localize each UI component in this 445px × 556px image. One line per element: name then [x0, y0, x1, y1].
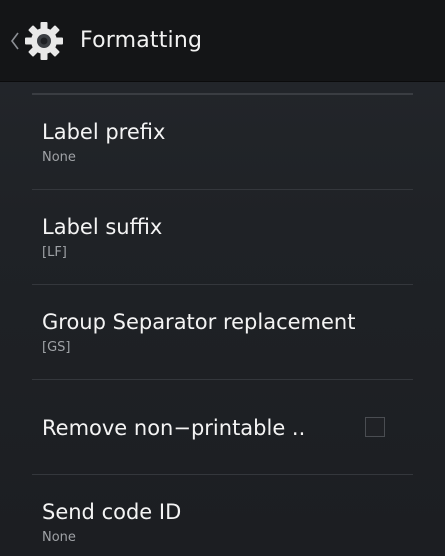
pref-summary: None [42, 530, 76, 545]
chevron-left-icon [11, 32, 19, 49]
pref-title: Send code ID [42, 500, 182, 524]
action-bar: Formatting [0, 0, 445, 82]
pref-remove-non-printable[interactable]: Remove non−printable .. [0, 380, 445, 475]
preference-list: Label prefix None Label suffix [LF] Grou… [0, 95, 445, 556]
pref-title: Group Separator replacement [42, 310, 356, 334]
pref-label-suffix[interactable]: Label suffix [LF] [0, 190, 445, 285]
page-title: Formatting [80, 28, 203, 53]
pref-title: Label prefix [42, 120, 166, 144]
pref-title: Label suffix [42, 215, 163, 239]
pref-title: Remove non−printable .. [42, 415, 306, 440]
remove-non-printable-checkbox[interactable] [365, 417, 385, 437]
pref-summary: None [42, 150, 76, 165]
pref-label-prefix[interactable]: Label prefix None [0, 95, 445, 190]
pref-group-separator-replacement[interactable]: Group Separator replacement [GS] [0, 285, 445, 380]
pref-summary: [LF] [42, 245, 67, 260]
pref-send-code-id[interactable]: Send code ID None [0, 475, 445, 556]
settings-screen: Formatting Label prefix None Label suffi… [0, 0, 445, 556]
pref-summary: [GS] [42, 340, 71, 355]
up-navigation-button[interactable] [0, 0, 74, 81]
gear-icon [25, 21, 63, 60]
